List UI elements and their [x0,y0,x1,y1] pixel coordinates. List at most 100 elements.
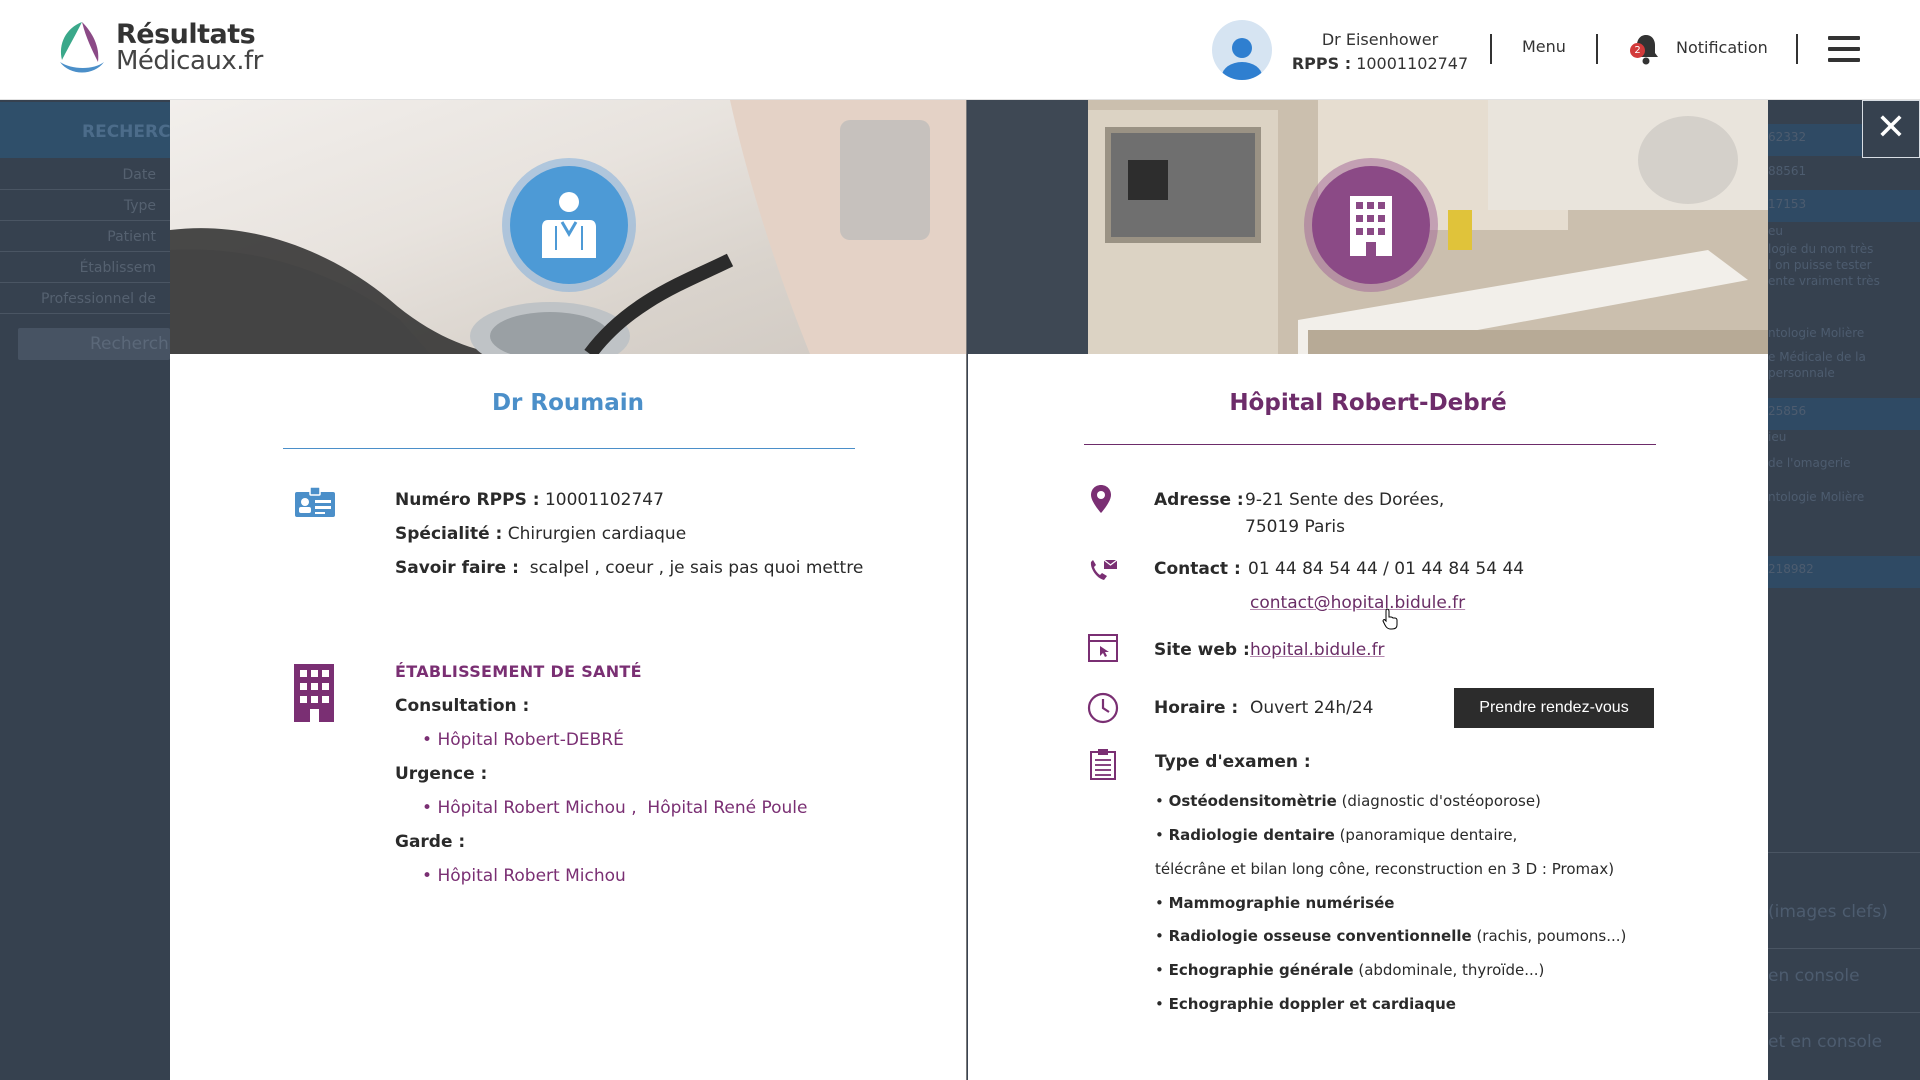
hospital-divider [1084,444,1656,445]
background-filter-row: Patient [0,222,170,252]
user-rpps-label: RPPS : [1291,54,1352,73]
header-divider [1490,34,1492,64]
background-result-text: ente vraiment très [1768,274,1880,288]
contact-label: Contact : [1154,559,1241,579]
background-result-text: 17153 [1768,197,1807,211]
doctor-banner-image [170,100,966,354]
app-header: Résultats Médicaux.fr Dr Eisenhower RPPS… [0,0,1920,100]
notification-count-badge: 2 [1630,43,1645,58]
clock-icon [1087,692,1119,724]
background-result-text: ieu [1768,430,1787,444]
logo-title: Résultats [116,19,256,50]
hours-label: Horaire : [1154,698,1239,718]
urgence-hospital-link[interactable]: Hôpital René Poule [647,798,807,818]
consultation-item[interactable]: • Hôpital Robert-DEBRÉ [422,730,624,750]
website-link[interactable]: hopital.bidule.fr [1250,640,1385,660]
logo[interactable]: Résultats Médicaux.fr [52,18,263,78]
background-result-text: en console [1768,966,1860,986]
address-line1: 9-21 Sente des Dorées, [1245,490,1445,510]
contact-phones: 01 44 84 54 44 / 01 44 84 54 44 [1248,559,1525,579]
doctor-name: Dr Roumain [491,390,645,416]
website-label: Site web : [1154,640,1250,660]
garde-hospital-link[interactable]: Hôpital Robert Michou [437,866,625,886]
id-card-icon [295,486,335,517]
background-filter-label: Établissem [79,260,156,276]
building-icon [294,664,334,722]
exam-name: Echographie générale [1168,961,1354,979]
urgence-item: • Hôpital Robert Michou , Hôpital René P… [422,798,808,818]
doctor-divider [283,448,855,449]
address-line2: 75019 Paris [1245,517,1345,537]
exam-detail: (rachis, poumons...) [1476,927,1627,945]
logo-subtitle: Médicaux.fr [116,46,263,76]
consultation-hospital-link[interactable]: Hôpital Robert-DEBRÉ [437,730,623,750]
exam-name: Mammographie numérisée [1168,894,1395,912]
exam-item: • Mammographie numérisée [1155,894,1395,912]
background-result-text: 62332 [1768,130,1807,144]
background-search-title: RECHERC [82,122,171,142]
header-divider [1596,34,1598,64]
exam-detail: (abdominale, thyroïde...) [1358,961,1545,979]
background-result-text: eu [1768,224,1783,238]
background-result-text: logie du nom très [1768,242,1874,256]
background-search-button-label: Recherch [90,334,169,354]
appointment-button[interactable]: Prendre rendez-vous [1454,688,1654,728]
background-result-text: ntologie Molière [1768,490,1865,504]
doctor-card: Dr Roumain Numéro RPPS : 10001102747 Spé… [170,100,967,1080]
hamburger-menu-icon[interactable] [1828,36,1860,62]
urgence-label: Urgence : [395,764,488,784]
background-result-text: 218982 [1768,562,1814,576]
doctor-rpps-label: Numéro RPPS : [395,490,540,510]
contact-email-link[interactable]: contact@hopital.bidule.fr [1250,593,1465,613]
doctor-skills-label: Savoir faire : [395,558,519,578]
background-result-text: (images clefs) [1768,902,1888,922]
background-search-button: Recherch [18,328,170,360]
background-result-text: de l'omagerie [1768,456,1851,470]
background-filter-label: Patient [107,229,156,245]
garde-item[interactable]: • Hôpital Robert Michou [422,866,626,886]
hand-cursor-icon [1382,608,1398,630]
background-filter-row: Établissem [0,253,170,283]
urgence-hospital-link[interactable]: Hôpital Robert Michou , [437,798,636,818]
garde-label: Garde : [395,832,466,852]
hospital-name: Hôpital Robert-Debré [1229,390,1507,416]
exam-item: • Radiologie osseuse conventionnelle (ra… [1155,927,1627,945]
user-avatar-icon [1222,38,1262,80]
close-modal-button[interactable]: ✕ [1862,100,1920,158]
doctor-badge [510,166,628,284]
user-avatar[interactable] [1212,20,1272,80]
background-result-text: ntologie Molière [1768,326,1865,340]
background-filter-label: Type [123,198,156,214]
background-result-text: e Médicale de la [1768,350,1866,364]
background-result-text: et en console [1768,1032,1883,1052]
establishment-heading: ÉTABLISSEMENT DE SANTÉ [395,662,642,681]
background-filter-row: Date [0,160,170,190]
menu-link[interactable]: Menu [1522,37,1566,56]
background-filter-row: Professionnel de [0,284,170,314]
hospital-badge [1312,166,1430,284]
hours-value: Ouvert 24h/24 [1250,698,1374,718]
background-results-panel: 62332 88561 17153 eu logie du nom très l… [1768,100,1920,1080]
background-search-header: RECHERC [0,102,171,158]
background-divider [1768,948,1920,949]
phone-mail-icon [1090,559,1118,580]
background-result-text: l on puisse tester [1768,258,1872,272]
background-result-text: 25856 [1768,404,1807,418]
doctor-skills-value: scalpel , coeur , je sais pas quoi mettr… [529,558,864,578]
doctor-rpps: Numéro RPPS : 10001102747 [395,490,664,510]
user-info: Dr Eisenhower RPPS : 10001102747 [1290,28,1470,76]
exam-detail: (panoramique dentaire, [1339,826,1518,844]
background-result-text: 88561 [1768,164,1807,178]
user-rpps-value: 10001102747 [1356,54,1469,73]
website-icon [1088,634,1118,662]
exam-type-label: Type d'examen : [1155,752,1311,772]
background-divider [1768,852,1920,853]
exam-detail: télécrâne et bilan long cône, reconstruc… [1155,860,1615,878]
notification-link[interactable]: Notification [1676,38,1768,57]
location-pin-icon [1091,485,1111,513]
exam-item: • Echographie générale (abdominale, thyr… [1155,961,1545,979]
exam-name: Radiologie osseuse conventionnelle [1168,927,1472,945]
exam-item-continuation: télécrâne et bilan long cône, reconstruc… [1155,860,1614,878]
doctor-specialty-value: Chirurgien cardiaque [507,524,687,544]
doctor-rpps-value: 10001102747 [544,490,664,510]
